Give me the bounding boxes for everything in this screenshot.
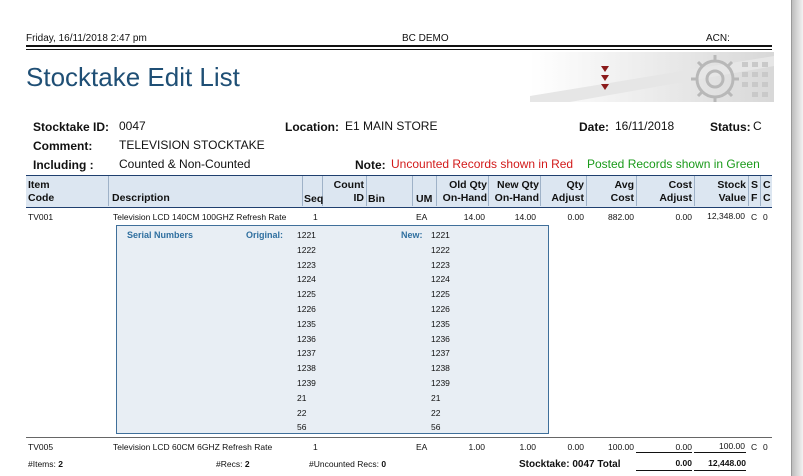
col-cost-adjust: Cost Adjust	[659, 179, 692, 204]
including-value: Counted & Non-Counted	[119, 157, 251, 171]
stocktake-id-label: Stocktake ID:	[33, 120, 110, 134]
col-sf: SF	[751, 179, 759, 204]
col-item-code: Item Code	[28, 179, 55, 204]
serial-number: 1225	[297, 289, 316, 300]
serial-number: 1221	[297, 230, 316, 240]
uncounted-count: #Uncounted Recs: 0	[309, 459, 387, 469]
acn-label: ACN:	[706, 33, 730, 44]
comment-label: Comment:	[33, 139, 93, 153]
header-rule	[26, 45, 772, 47]
date-value: 16/11/2018	[615, 119, 675, 133]
serial-number: 1224	[297, 274, 316, 285]
status-value: C	[753, 119, 762, 133]
col-bin: Bin	[368, 193, 385, 205]
header-rule-thin	[26, 49, 772, 50]
recs-count: #Recs: 2	[216, 459, 250, 469]
serial-number: 1222	[297, 244, 316, 255]
serial-heading: Serial Numbers	[127, 230, 194, 240]
serial-new-label: New:	[401, 230, 423, 240]
serial-number: 1226	[297, 304, 316, 314]
col-qty-adjust: Qty Adjust	[551, 179, 584, 204]
note-posted: Posted Records shown in Green	[587, 157, 760, 171]
status-label: Status:	[710, 120, 751, 134]
serial-number: 1236	[297, 333, 316, 344]
page-shadow	[792, 0, 803, 476]
serial-number: 1238	[431, 363, 450, 374]
serial-number: 1235	[297, 318, 316, 329]
serial-number: 56	[297, 422, 307, 433]
date-label: Date:	[579, 120, 610, 134]
serial-number: 1238	[297, 363, 316, 374]
stocktake-total-label: Stocktake: 0047 Total	[519, 459, 621, 470]
serial-number: 1224	[431, 274, 450, 285]
stocktake-id-value: 0047	[119, 119, 146, 133]
note-uncounted: Uncounted Records shown in Red	[391, 157, 574, 171]
serial-number: 21	[431, 392, 441, 403]
report-datetime: Friday, 16/11/2018 2:47 pm	[26, 33, 147, 44]
serial-number: 1239	[431, 378, 450, 388]
col-new-qty: New Qty On-Hand	[494, 179, 539, 204]
serial-original-label: Original:	[246, 230, 284, 240]
total-cost-adjust: 0.00	[675, 458, 692, 468]
gear-logo-banner	[530, 52, 774, 102]
serial-number: 1222	[431, 244, 450, 255]
comment-value: TELEVISION STOCKTAKE	[119, 138, 265, 152]
serial-number: 1226	[431, 304, 450, 314]
col-old-qty: Old Qty On-Hand	[442, 179, 487, 204]
serial-number: 1236	[431, 333, 450, 344]
total-stock-value: 12,448.00	[708, 458, 746, 468]
serial-number: 1237	[297, 348, 316, 359]
location-label: Location:	[285, 120, 339, 134]
report-title: Stocktake Edit List	[26, 62, 240, 92]
note-label: Note:	[355, 158, 386, 172]
col-count-id: Count ID	[333, 179, 364, 204]
col-seq: Seq	[304, 193, 324, 205]
serial-numbers-panel	[116, 225, 549, 434]
row-separator	[26, 437, 772, 438]
col-stock-value: Stock Value	[717, 179, 746, 204]
serial-number: 1237	[431, 348, 450, 359]
serial-number: 1225	[431, 289, 450, 300]
col-description: Description	[112, 192, 170, 204]
serial-number: 22	[431, 407, 441, 418]
serial-number: 1235	[431, 318, 450, 329]
serial-number: 1223	[431, 259, 450, 270]
serial-number: 1239	[297, 378, 316, 388]
serial-number: 22	[297, 407, 307, 418]
serial-number: 1221	[431, 230, 450, 240]
items-count: #Items: 2	[28, 459, 63, 469]
serial-number: 21	[297, 392, 307, 403]
col-cc: CC	[763, 179, 771, 204]
report-page: Friday, 16/11/2018 2:47 pm BC DEMO ACN: …	[0, 0, 792, 476]
including-label: Including :	[33, 158, 94, 172]
col-um: UM	[416, 193, 433, 205]
company-name: BC DEMO	[402, 33, 449, 44]
col-avg-cost: Avg Cost	[610, 179, 634, 204]
location-value: E1 MAIN STORE	[345, 119, 438, 133]
serial-number: 1223	[297, 259, 316, 270]
serial-number: 56	[431, 422, 441, 433]
